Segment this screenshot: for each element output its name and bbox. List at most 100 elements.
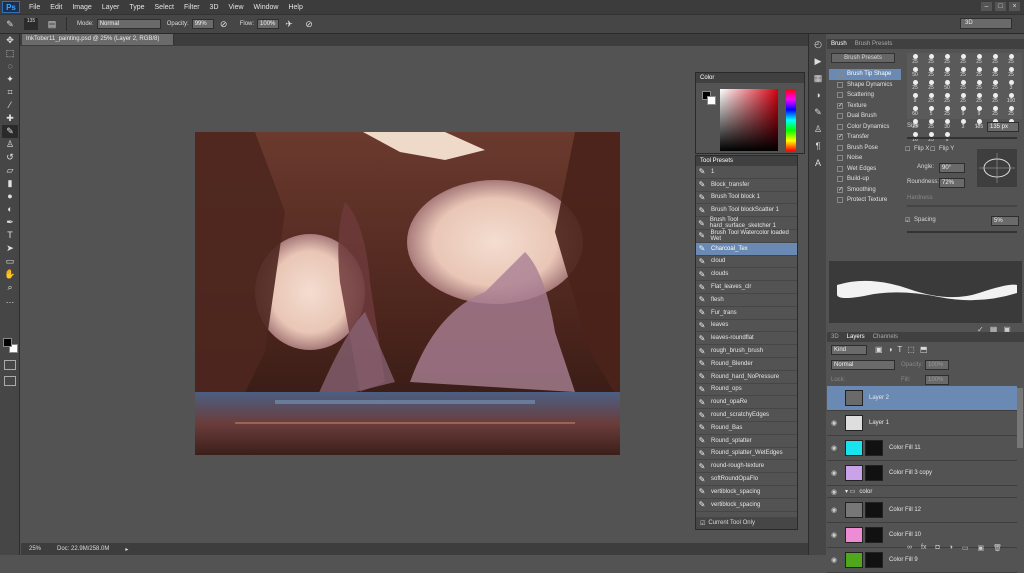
tool-preset-item[interactable]: ✎ Brush Tool Watercolor loaded Wet xyxy=(696,230,797,243)
adjustment-icon[interactable]: ◑ xyxy=(949,544,953,552)
brush-tip[interactable]: 25 xyxy=(939,53,955,66)
clone-stamp-icon[interactable]: ♙ xyxy=(2,138,18,151)
brush-option[interactable]: Dual Brush xyxy=(829,111,901,122)
eye-icon[interactable]: ◉ xyxy=(827,488,841,496)
menu-layer[interactable]: Layer xyxy=(102,4,120,11)
eye-icon[interactable]: ◉ xyxy=(827,419,841,427)
layer-mask-thumbnail[interactable] xyxy=(865,502,883,518)
blur-icon[interactable]: ● xyxy=(2,190,18,203)
brush-tip[interactable]: 25 xyxy=(971,66,987,79)
tool-preset-item[interactable]: ✎ Brush Tool hard_surface_sketcher 1 xyxy=(696,217,797,230)
airbrush-icon[interactable]: ✈ xyxy=(283,18,295,30)
tool-preset-item[interactable]: ✎ clouds xyxy=(696,268,797,282)
menu-view[interactable]: View xyxy=(229,4,244,11)
checkbox[interactable] xyxy=(837,197,843,204)
hardness-slider[interactable] xyxy=(907,205,1017,207)
checkbox[interactable] xyxy=(837,92,843,99)
brush-option[interactable]: ✓ Smoothing xyxy=(829,185,901,196)
tool-preset-item[interactable]: ✎ Brush Tool block 1 xyxy=(696,192,797,205)
new-layer-icon[interactable]: ▣ xyxy=(978,544,985,552)
tab-brush[interactable]: Brush xyxy=(831,41,847,47)
pixel-filter-icon[interactable]: ▣ xyxy=(875,345,883,354)
checkbox-icon[interactable]: ☑ xyxy=(700,520,705,527)
brush-option[interactable]: Wet Edges xyxy=(829,164,901,175)
brush-panel-toggle-icon[interactable]: ▤ xyxy=(46,18,58,30)
brush-tip[interactable]: 25 xyxy=(1003,53,1019,66)
actions-icon[interactable]: ▶ xyxy=(811,54,825,68)
menu-window[interactable]: Window xyxy=(254,4,279,11)
brush-tip[interactable]: 25 xyxy=(923,53,939,66)
brush-option[interactable]: Protect Texture xyxy=(829,195,901,206)
brush-tip[interactable]: 25 xyxy=(955,66,971,79)
brush-option[interactable]: ✓ Texture xyxy=(829,101,901,112)
tool-preset-item[interactable]: ✎ Round_ops xyxy=(696,384,797,397)
gradient-icon[interactable]: ▮ xyxy=(2,177,18,190)
brush-option[interactable]: ✓ Transfer xyxy=(829,132,901,143)
crop-tool-icon[interactable]: ⌗ xyxy=(2,86,18,99)
tool-preset-item[interactable]: ✎ round_opaRe xyxy=(696,396,797,410)
brush-tip[interactable]: 25 xyxy=(987,105,1003,118)
brush-tip[interactable]: 3 xyxy=(1003,79,1019,92)
brush-tip[interactable]: 100 xyxy=(1003,92,1019,105)
eye-icon[interactable]: ◉ xyxy=(827,556,841,564)
checkbox[interactable] xyxy=(837,165,843,172)
chevron-right-icon[interactable]: ▸ xyxy=(125,546,128,553)
eye-icon[interactable]: ◉ xyxy=(827,469,841,477)
tool-preset-item[interactable]: ✎ round_scratchyEdges xyxy=(696,409,797,422)
spacing-field[interactable]: 5% xyxy=(991,216,1019,226)
brush-tip[interactable]: 25 xyxy=(939,92,955,105)
layer-opacity-field[interactable]: 100% xyxy=(925,360,949,370)
tool-preset-item[interactable]: ✎ vertiblock_spacing xyxy=(696,486,797,499)
brush-tip[interactable]: 9 xyxy=(955,105,971,118)
brush-tip[interactable]: 9 xyxy=(971,105,987,118)
path-select-icon[interactable]: ➤ xyxy=(2,242,18,255)
brush-tip[interactable]: 25 xyxy=(923,118,939,131)
brush-tip[interactable]: 25 xyxy=(971,92,987,105)
tool-preset-item[interactable]: ✎ Round_splatter xyxy=(696,435,797,448)
tool-preset-item[interactable]: ✎ softRoundOpaFlo xyxy=(696,473,797,486)
brush-tip[interactable]: 25 xyxy=(923,92,939,105)
dodge-icon[interactable]: ◐ xyxy=(2,203,18,216)
eyedropper-icon[interactable]: ⁄ xyxy=(2,99,18,112)
angle-field[interactable]: 90° xyxy=(939,163,965,173)
menu-help[interactable]: Help xyxy=(288,4,302,11)
blend-mode-select[interactable]: Normal xyxy=(831,360,895,370)
layers-scrollbar[interactable] xyxy=(1017,388,1023,448)
brush-presets-button[interactable]: Brush Presets xyxy=(831,53,895,63)
mode-select[interactable]: Normal xyxy=(96,19,161,29)
tool-preset-item[interactable]: ✎ Round_Bas xyxy=(696,422,797,435)
paragraph-icon[interactable]: ¶ xyxy=(811,139,825,153)
mask-icon[interactable]: ◘ xyxy=(935,544,939,552)
adjustments-icon[interactable]: ◑ xyxy=(811,88,825,102)
roundness-field[interactable]: 72% xyxy=(939,178,965,188)
hand-tool-icon[interactable]: ✋ xyxy=(2,268,18,281)
brush-tip[interactable]: 25 xyxy=(1003,105,1019,118)
healing-brush-icon[interactable]: ✚ xyxy=(2,112,18,125)
brush-tip[interactable]: 25 xyxy=(907,79,923,92)
brush-tip[interactable]: 25 xyxy=(987,53,1003,66)
brush-tip[interactable]: 25 xyxy=(907,53,923,66)
brush-tip[interactable]: 25 xyxy=(939,105,955,118)
opacity-field[interactable]: 99% xyxy=(191,19,214,29)
foreground-color[interactable] xyxy=(3,338,12,347)
tool-preset-item[interactable]: ✎ Round_Blender xyxy=(696,358,797,371)
folder-icon[interactable]: ▾ ▭ xyxy=(845,488,855,495)
brush-option[interactable]: Brush Tip Shape xyxy=(829,69,901,80)
tool-preset-item[interactable]: ✎ Charcoal_Tex xyxy=(696,242,797,256)
color-swatches[interactable] xyxy=(3,338,19,354)
brush-tip[interactable]: 30 xyxy=(939,118,955,131)
flow-field[interactable]: 100% xyxy=(257,19,280,29)
fill-field[interactable]: 100% xyxy=(925,375,949,385)
screen-mode-icon[interactable] xyxy=(4,376,16,386)
tab-layers[interactable]: Layers xyxy=(847,334,865,340)
tool-preset-item[interactable]: ✎ Fur_trans xyxy=(696,307,797,320)
layer-mask-thumbnail[interactable] xyxy=(865,552,883,568)
layer-row[interactable]: ◉ Layer 1 xyxy=(827,411,1017,436)
brush-tip[interactable]: 25 xyxy=(987,66,1003,79)
checkbox[interactable] xyxy=(837,71,843,78)
type-tool-icon[interactable]: T xyxy=(2,229,18,242)
layer-mask-thumbnail[interactable] xyxy=(865,527,883,543)
more-tools-icon[interactable]: … xyxy=(2,294,18,307)
brush-tool-icon[interactable]: ✎ xyxy=(2,125,18,138)
brush-tip[interactable]: 25 xyxy=(971,53,987,66)
